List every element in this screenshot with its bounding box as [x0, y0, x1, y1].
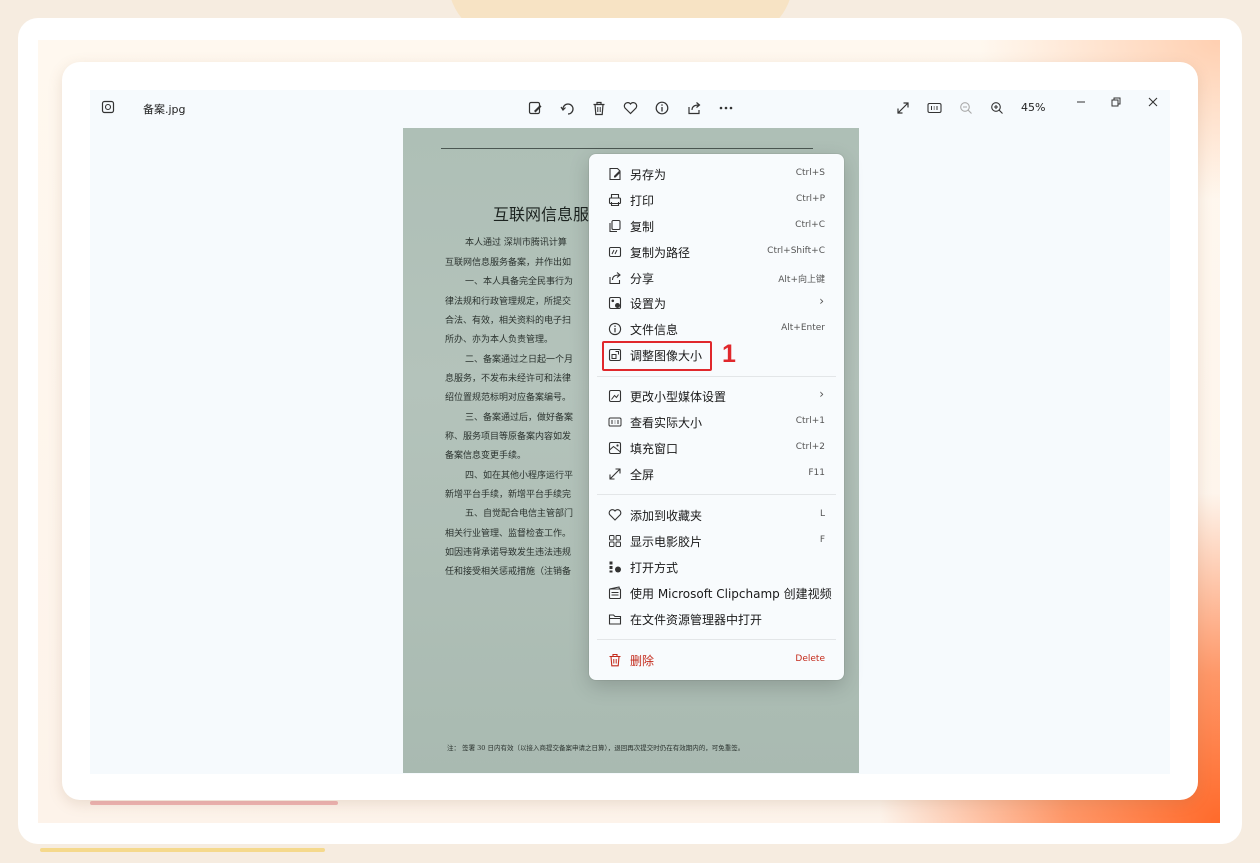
copy-icon: [609, 219, 621, 233]
edit-image-icon[interactable]: [528, 101, 543, 116]
document-title: 互联网信息服: [493, 205, 590, 224]
info-icon: [608, 322, 622, 336]
menu-item-save-as[interactable]: 另存为 Ctrl+S: [589, 162, 844, 186]
document-line: 律法规和行政管理规定，所提交: [445, 297, 572, 307]
copy-path-icon: [608, 246, 622, 258]
document-line: 称、服务项目等原备案内容如发: [445, 432, 572, 442]
menu-item-copy-path[interactable]: 复制为路径 Ctrl+Shift+C: [589, 240, 844, 264]
menu-item-clipchamp[interactable]: 使用 Microsoft Clipchamp 创建视频: [589, 581, 844, 605]
minimize-icon[interactable]: [1075, 96, 1087, 108]
document-line: 五、自觉配合电信主管部门: [465, 509, 574, 519]
menu-separator: [597, 494, 836, 495]
chevron-right-icon: ›: [819, 294, 824, 308]
share-icon[interactable]: [687, 101, 702, 115]
document-footnote: 注： 签署 30 日内有效（以接入商提交备案申请之日算），退回再次提交时仍在有效…: [447, 744, 745, 752]
favorite-icon[interactable]: [623, 101, 638, 115]
menu-item-media-settings[interactable]: 更改小型媒体设置 ›: [589, 384, 844, 408]
actual-size-icon: [608, 417, 622, 427]
context-menu: 另存为 Ctrl+S 打印 Ctrl+P 复制 Ctrl+C 复制为路径 Ctr…: [589, 154, 844, 680]
chevron-right-icon: ›: [819, 387, 824, 401]
restore-icon[interactable]: [1110, 96, 1122, 108]
document-line: 二、备案通过之日起一个月: [465, 355, 574, 365]
filmstrip-icon: [609, 535, 621, 547]
document-line: 绍位置规范标明对应备案编号。: [445, 393, 572, 403]
fill-window-icon: [608, 441, 622, 455]
zoom-level[interactable]: 45%: [1021, 101, 1045, 114]
share-icon: [609, 272, 621, 285]
menu-item-fullscreen[interactable]: 全屏 F11: [589, 462, 844, 486]
menu-item-fill-window[interactable]: 填充窗口 Ctrl+2: [589, 436, 844, 460]
menu-item-print[interactable]: 打印 Ctrl+P: [589, 188, 844, 212]
accent-line-red: [90, 801, 338, 805]
document-line: 所办、亦为本人负责管理。: [445, 335, 554, 345]
document-line: 四、如在其他小程序运行平: [465, 471, 574, 481]
document-rule: [441, 148, 813, 149]
document-line: 三、备案通过后，做好备案: [465, 413, 574, 423]
menu-separator: [597, 376, 836, 377]
menu-item-open-with[interactable]: 打开方式: [589, 555, 844, 579]
fullscreen-icon: [609, 468, 621, 480]
document-line: 本人通过 深圳市腾讯计算: [465, 238, 567, 248]
menu-item-copy[interactable]: 复制 Ctrl+C: [589, 214, 844, 238]
menu-item-file-info[interactable]: 文件信息 Alt+Enter: [589, 317, 844, 341]
document-line: 相关行业管理、监督检查工作。: [445, 529, 572, 539]
document-line: 新增平台手续，新增平台手续完: [445, 490, 572, 500]
document-line: 如因违背承诺导致发生违法违规: [445, 548, 572, 558]
more-icon[interactable]: [718, 101, 734, 115]
document-line: 备案信息变更手续。: [445, 451, 527, 461]
clipchamp-icon: [608, 586, 622, 600]
annotation-highlight-box: [602, 341, 712, 371]
print-icon: [608, 193, 622, 207]
document-line: 互联网信息服务备案，并作出如: [445, 258, 572, 268]
menu-item-actual-size[interactable]: 查看实际大小 Ctrl+1: [589, 410, 844, 434]
document-line: 息服务，不发布未经许可和法律: [445, 374, 572, 384]
media-settings-icon: [608, 389, 622, 403]
menu-item-add-favorites[interactable]: 添加到收藏夹 L: [589, 503, 844, 527]
save-as-icon: [609, 167, 621, 181]
document-line: 一、本人具备完全民事行为: [465, 277, 574, 287]
fullscreen-icon[interactable]: [896, 101, 910, 115]
app-logo-icon: [101, 100, 115, 114]
menu-item-open-in-explorer[interactable]: 在文件资源管理器中打开: [589, 607, 844, 631]
folder-icon: [608, 614, 622, 625]
menu-item-set-as[interactable]: 设置为 ›: [589, 291, 844, 315]
annotation-step-number: 1: [722, 340, 736, 368]
document-line: 任和接受相关惩戒措施（注销备: [445, 567, 572, 577]
info-icon[interactable]: [655, 101, 669, 115]
menu-item-filmstrip[interactable]: 显示电影胶片 F: [589, 529, 844, 553]
rotate-icon[interactable]: [560, 101, 575, 116]
actual-size-icon[interactable]: [927, 101, 942, 115]
title-bar: 备案.jpg 45%: [90, 94, 1170, 124]
delete-icon: [609, 653, 621, 667]
accent-line-yellow: [40, 848, 325, 852]
menu-item-share[interactable]: 分享 Alt+向上键: [589, 266, 844, 290]
file-name: 备案.jpg: [143, 103, 186, 116]
menu-separator: [597, 639, 836, 640]
close-icon[interactable]: [1147, 96, 1159, 108]
zoom-out-icon[interactable]: [959, 101, 973, 115]
delete-icon[interactable]: [592, 101, 606, 116]
set-as-icon: [608, 296, 622, 310]
menu-item-delete[interactable]: 删除 Delete: [589, 648, 844, 672]
zoom-in-icon[interactable]: [990, 101, 1004, 115]
document-line: 合法、有效，相关资料的电子扫: [445, 316, 572, 326]
open-with-icon: [609, 561, 621, 573]
favorite-icon: [608, 509, 622, 521]
